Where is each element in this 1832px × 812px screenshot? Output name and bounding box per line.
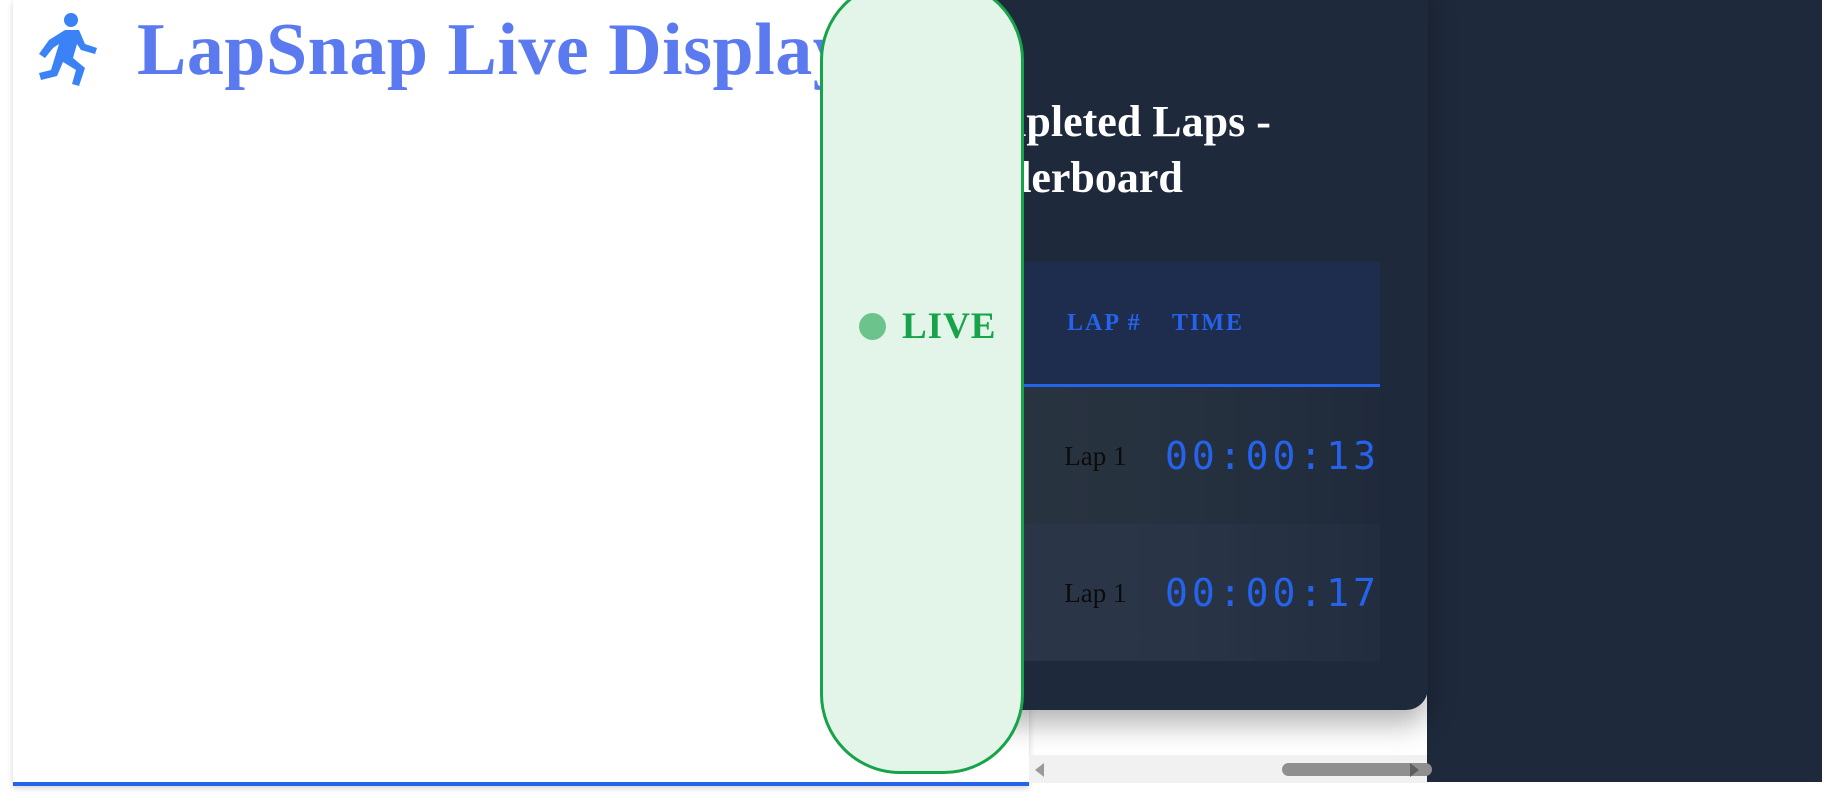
lap-cell: Lap 1: [1064, 577, 1127, 608]
title-row: LapSnap Live Display: [27, 0, 850, 100]
live-dot-icon: [859, 313, 886, 340]
right-dark-panel: [1427, 0, 1822, 782]
scroll-left-arrow-icon[interactable]: [1035, 763, 1044, 777]
lap-cell: Lap 1: [1064, 440, 1127, 471]
time-cell: 00:00:17: [1164, 570, 1380, 615]
column-header-lap: LAP #: [1067, 310, 1142, 336]
horizontal-scrollbar[interactable]: [1029, 755, 1432, 783]
live-label: LIVE: [902, 306, 997, 347]
time-cell: 00:00:13: [1164, 433, 1380, 478]
page-title: LapSnap Live Display: [137, 8, 851, 91]
live-status-badge: LIVE: [820, 0, 1024, 774]
scroll-right-arrow-icon[interactable]: [1410, 763, 1419, 777]
column-header-time: TIME: [1172, 310, 1245, 336]
runner-icon: [27, 10, 107, 90]
